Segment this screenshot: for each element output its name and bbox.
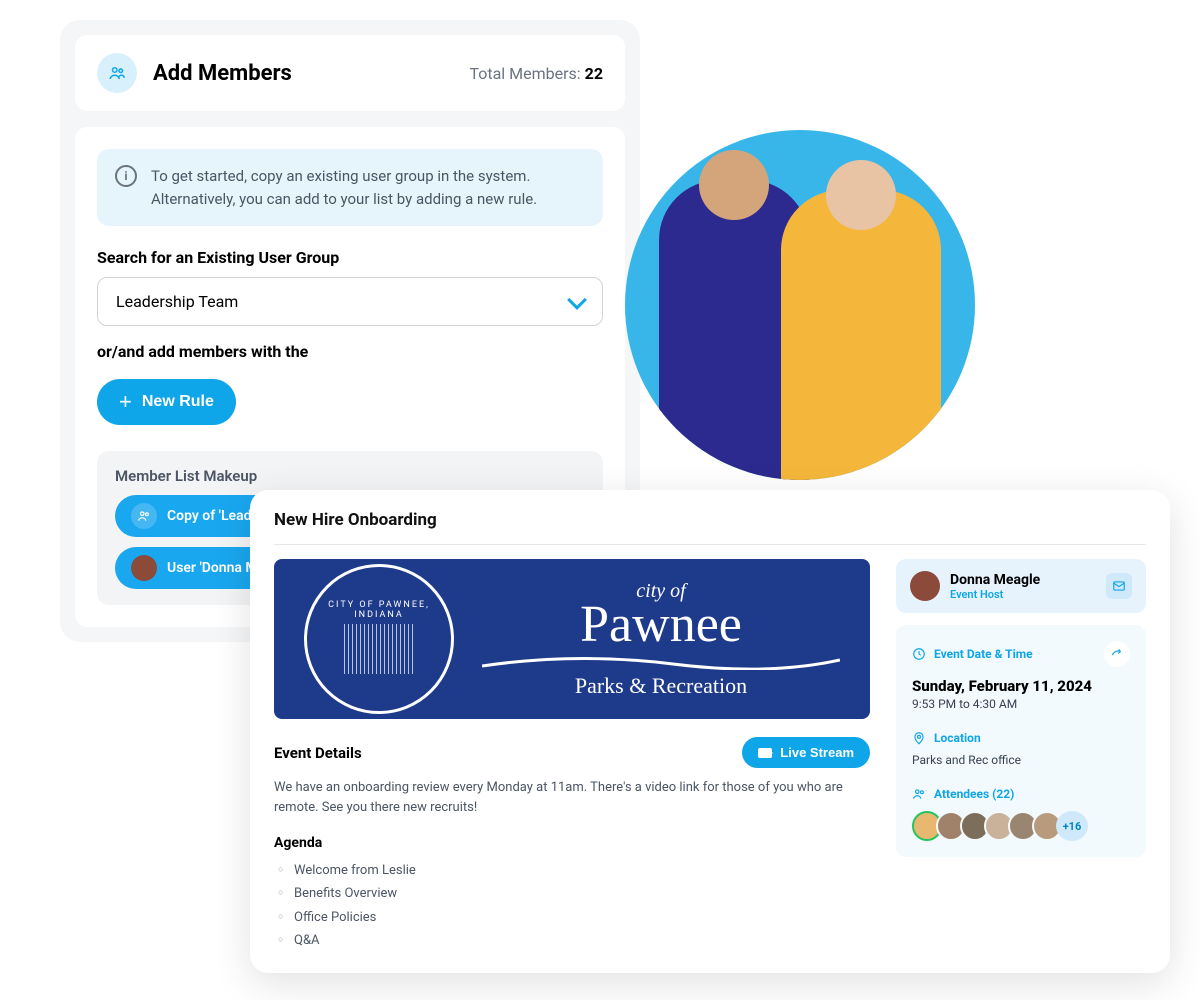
person-illustration — [781, 190, 941, 480]
agenda-list: Welcome from Leslie Benefits Overview Of… — [274, 859, 870, 953]
subtext: or/and add members with the — [97, 342, 603, 361]
people-icon — [912, 787, 926, 801]
event-info-panel: Event Date & Time Sunday, February 11, 2… — [896, 625, 1146, 857]
event-title: New Hire Onboarding — [274, 510, 1146, 530]
info-banner: i To get started, copy an existing user … — [97, 149, 603, 226]
location-icon — [912, 731, 926, 745]
location-label: Location — [934, 731, 981, 745]
event-sidebar: Donna Meagle Event Host Event Date & Tim… — [896, 559, 1146, 953]
swoosh-icon — [482, 655, 840, 669]
chevron-down-icon — [567, 290, 587, 310]
add-members-title: Add Members — [153, 61, 292, 86]
attendees-avatars[interactable]: +16 — [912, 811, 1130, 841]
total-members-label: Total Members: — [469, 64, 584, 83]
event-card: New Hire Onboarding CITY OF PAWNEE, INDI… — [250, 490, 1170, 973]
select-value: Leadership Team — [116, 292, 238, 311]
event-banner: CITY OF PAWNEE, INDIANA city of Pawnee P… — [274, 559, 870, 719]
clock-icon — [912, 647, 926, 661]
avatar — [910, 571, 940, 601]
host-box: Donna Meagle Event Host — [896, 559, 1146, 613]
total-members: Total Members: 22 — [469, 64, 603, 83]
location-text: Parks and Rec office — [912, 753, 1130, 767]
hero-photo — [625, 130, 975, 480]
avatar — [131, 555, 157, 581]
agenda-item: Office Policies — [278, 906, 870, 929]
mail-button[interactable] — [1106, 573, 1132, 599]
host-role: Event Host — [950, 588, 1040, 601]
city-seal: CITY OF PAWNEE, INDIANA — [304, 564, 454, 714]
plus-icon: + — [119, 391, 132, 413]
user-group-select[interactable]: Leadership Team — [97, 277, 603, 326]
event-date: Sunday, February 11, 2024 — [912, 677, 1130, 695]
host-name: Donna Meagle — [950, 572, 1040, 588]
mail-icon — [1112, 579, 1126, 593]
event-time: 9:53 PM to 4:30 AM — [912, 697, 1130, 711]
event-description: We have an onboarding review every Monda… — [274, 778, 870, 817]
datetime-heading: Event Date & Time — [912, 647, 1033, 661]
camera-icon — [758, 748, 772, 758]
seal-illustration — [344, 624, 414, 674]
total-members-count: 22 — [585, 64, 603, 83]
info-text: To get started, copy an existing user gr… — [151, 165, 585, 210]
people-icon — [97, 53, 137, 93]
info-icon: i — [115, 165, 137, 187]
share-button[interactable] — [1104, 641, 1130, 667]
datetime-label: Event Date & Time — [934, 647, 1033, 661]
new-rule-label: New Rule — [142, 393, 214, 411]
event-details-label: Event Details — [274, 744, 362, 762]
live-stream-button[interactable]: Live Stream — [742, 737, 870, 768]
seal-text: CITY OF PAWNEE, INDIANA — [307, 600, 451, 620]
live-stream-label: Live Stream — [780, 745, 854, 760]
attendees-more[interactable]: +16 — [1056, 811, 1088, 841]
agenda-item: Benefits Overview — [278, 882, 870, 905]
banner-dept: Parks & Recreation — [482, 673, 840, 699]
agenda-label: Agenda — [274, 835, 870, 851]
banner-city-name: Pawnee — [482, 599, 840, 651]
agenda-item: Welcome from Leslie — [278, 859, 870, 882]
banner-text: city of Pawnee Parks & Recreation — [482, 580, 840, 699]
location-heading: Location — [912, 731, 1130, 745]
share-icon — [1110, 647, 1124, 661]
attendees-heading: Attendees (22) — [912, 787, 1130, 801]
event-main: CITY OF PAWNEE, INDIANA city of Pawnee P… — [274, 559, 870, 953]
search-label: Search for an Existing User Group — [97, 248, 603, 267]
makeup-title: Member List Makeup — [115, 467, 585, 485]
attendees-label: Attendees (22) — [934, 787, 1014, 801]
people-icon — [131, 503, 157, 529]
agenda-item: Q&A — [278, 929, 870, 952]
new-rule-button[interactable]: + New Rule — [97, 379, 236, 425]
members-header: Add Members Total Members: 22 — [75, 35, 625, 111]
divider — [274, 544, 1146, 545]
